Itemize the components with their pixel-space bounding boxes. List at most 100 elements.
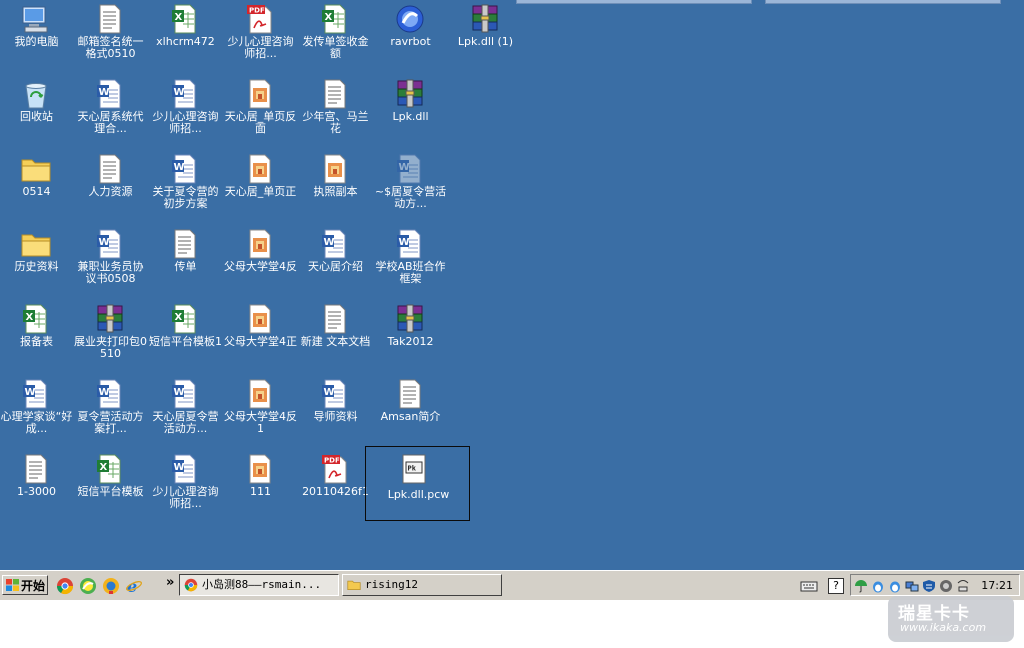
umbrella-icon[interactable]: [854, 579, 868, 593]
desktop-icon-label: 发传单签收金额: [302, 35, 369, 60]
desktop-icon-label: 夏令营活动方案打...: [77, 410, 144, 435]
desktop-icon[interactable]: W 关于夏令营的初步方案: [148, 150, 223, 222]
txt-file-icon: [99, 154, 121, 184]
system-tray: 17:21: [850, 574, 1020, 596]
desktop-icon-label: 1-3000: [17, 485, 56, 498]
taskbar-window-chrome[interactable]: 小岛测88——rsmain...: [179, 574, 339, 596]
desktop-icon[interactable]: 回收站: [0, 75, 74, 147]
desktop-icon[interactable]: 父母大学堂4反1: [223, 375, 298, 447]
desktop-icon[interactable]: X 发传单签收金额: [298, 0, 373, 72]
desktop-icon-label: 天心居_单页正: [224, 185, 297, 198]
desktop-icon[interactable]: 传单: [148, 225, 223, 297]
desktop-icon[interactable]: Lpk.dll (1): [448, 0, 523, 72]
taskbar-window-rising12[interactable]: rising12: [342, 574, 502, 596]
txt-file-icon: [99, 4, 121, 34]
svg-text:X: X: [175, 12, 183, 23]
qq-penguin-icon[interactable]: [888, 579, 902, 593]
desktop-icon[interactable]: 1-3000: [0, 450, 74, 522]
image-file-icon: [249, 304, 271, 334]
network-icon[interactable]: [905, 579, 919, 593]
desktop-icon[interactable]: 111: [223, 450, 298, 522]
pdf-file-icon: PDF: [247, 5, 272, 34]
ie-icon[interactable]: e: [125, 577, 143, 595]
desktop-icon-label: 新建 文本文档: [300, 335, 371, 348]
desktop-icon[interactable]: W 少儿心理咨询师招...: [148, 75, 223, 147]
quicklaunch-more-chevron[interactable]: »: [166, 575, 174, 590]
360-browser-icon[interactable]: [79, 577, 97, 595]
windows-logo-icon: [6, 579, 19, 591]
desktop-icon[interactable]: 人力资源: [73, 150, 148, 222]
desktop-icon[interactable]: X 报备表: [0, 300, 74, 372]
desktop-icon[interactable]: W 学校AB班合作框架: [373, 225, 448, 297]
desktop-icon[interactable]: ravrbot: [373, 0, 448, 72]
svg-text:PDF: PDF: [249, 7, 265, 15]
svg-text:W: W: [99, 237, 110, 248]
clock[interactable]: 17:21: [981, 579, 1013, 592]
desktop-icon[interactable]: Pk Lpk.dll.pcw: [365, 446, 470, 521]
svg-text:W: W: [324, 387, 335, 398]
desktop-icon[interactable]: 历史资料: [0, 225, 74, 297]
chrome-icon[interactable]: [56, 577, 74, 595]
desktop-icon[interactable]: W 天心居夏令营活动方...: [148, 375, 223, 447]
desktop-icon[interactable]: 天心居_单页正: [223, 150, 298, 222]
desktop-icon[interactable]: 天心居_单页反面: [223, 75, 298, 147]
desktop-icon-label: ravrbot: [390, 35, 431, 48]
desktop-icon[interactable]: W 夏令营活动方案打...: [73, 375, 148, 447]
desktop-icon[interactable]: W 天心居系统代理合...: [73, 75, 148, 147]
desktop-icon[interactable]: W 天心居介绍: [298, 225, 373, 297]
desktop-icon[interactable]: Xxlhcrm472: [148, 0, 223, 72]
desktop-icon[interactable]: 父母大学堂4正: [223, 300, 298, 372]
keyboard-icon[interactable]: [800, 579, 818, 593]
desktop-icon-label: 20110426f1: [302, 485, 369, 498]
desktop-icon-label: 0514: [22, 185, 51, 198]
desktop-icon[interactable]: 少年宫、马兰花: [298, 75, 373, 147]
word-faded-file-icon: W: [397, 154, 421, 184]
desktop-icon[interactable]: 新建 文本文档: [298, 300, 373, 372]
rar-file-icon: [472, 4, 498, 33]
qq-penguin-icon[interactable]: [871, 579, 885, 593]
modem-icon[interactable]: [956, 579, 970, 593]
desktop-icon[interactable]: 0514: [0, 150, 74, 222]
desktop-icon-label: 少儿心理咨询师招...: [152, 485, 219, 510]
word-file-icon: W: [97, 79, 121, 109]
start-label: 开始: [21, 579, 46, 593]
help-button[interactable]: ?: [828, 578, 844, 594]
desktop-icon[interactable]: 父母大学堂4反: [223, 225, 298, 297]
window-edge-left: [516, 0, 752, 4]
desktop-icon[interactable]: W ~$居夏令营活动方...: [373, 150, 448, 222]
taskbar-window-label: 小岛测88——rsmain...: [202, 578, 322, 591]
svg-text:PDF: PDF: [324, 457, 340, 465]
desktop-icon[interactable]: 邮箱签名统一格式0510: [73, 0, 148, 72]
desktop-icon-label: 历史资料: [14, 260, 59, 273]
desktop-icon-label: 天心居_单页反面: [224, 110, 297, 135]
desktop-icon[interactable]: Lpk.dll: [373, 75, 448, 147]
start-button[interactable]: 开始: [2, 575, 48, 595]
desktop-icon-label: 少儿心理咨询师招...: [227, 35, 294, 60]
desktop-icon[interactable]: 我的电脑: [0, 0, 74, 72]
antivirus-icon[interactable]: [939, 579, 953, 593]
desktop: 我的电脑 邮箱签名统一格式0510 Xxlhcrm472 PDF 少儿心理咨询师招...…: [0, 0, 1024, 570]
desktop-icon[interactable]: 展业夹打印包0510: [73, 300, 148, 372]
word-file-icon: W: [172, 454, 196, 484]
computer-file-icon: [22, 6, 48, 33]
desktop-icon[interactable]: Tak2012: [373, 300, 448, 372]
desktop-icon[interactable]: PDF 少儿心理咨询师招...: [223, 0, 298, 72]
desktop-icon[interactable]: Amsan简介: [373, 375, 448, 447]
image-file-icon: [249, 379, 271, 409]
desktop-icon[interactable]: X 短信平台模板: [73, 450, 148, 522]
desktop-icon-label: 父母大学堂4反1: [224, 410, 297, 435]
image-file-icon: [249, 229, 271, 259]
desktop-icon[interactable]: W 少儿心理咨询师招...: [148, 450, 223, 522]
desktop-icon[interactable]: PDF 20110426f1: [298, 450, 373, 522]
desktop-icon[interactable]: W 心理学家谈“好成...: [0, 375, 74, 447]
desktop-icon[interactable]: W 兼职业务员协议书0508: [73, 225, 148, 297]
desktop-icon-label: Tak2012: [387, 335, 434, 348]
image-file-icon: [324, 154, 346, 184]
word-file-icon: W: [322, 229, 346, 259]
excel-file-icon: X: [23, 304, 47, 334]
desktop-icon[interactable]: 执照副本: [298, 150, 373, 222]
desktop-icon[interactable]: W 导师资料: [298, 375, 373, 447]
shield-icon[interactable]: [922, 579, 936, 593]
desktop-icon[interactable]: X 短信平台模板1: [148, 300, 223, 372]
qq-browser-icon[interactable]: [102, 577, 120, 595]
